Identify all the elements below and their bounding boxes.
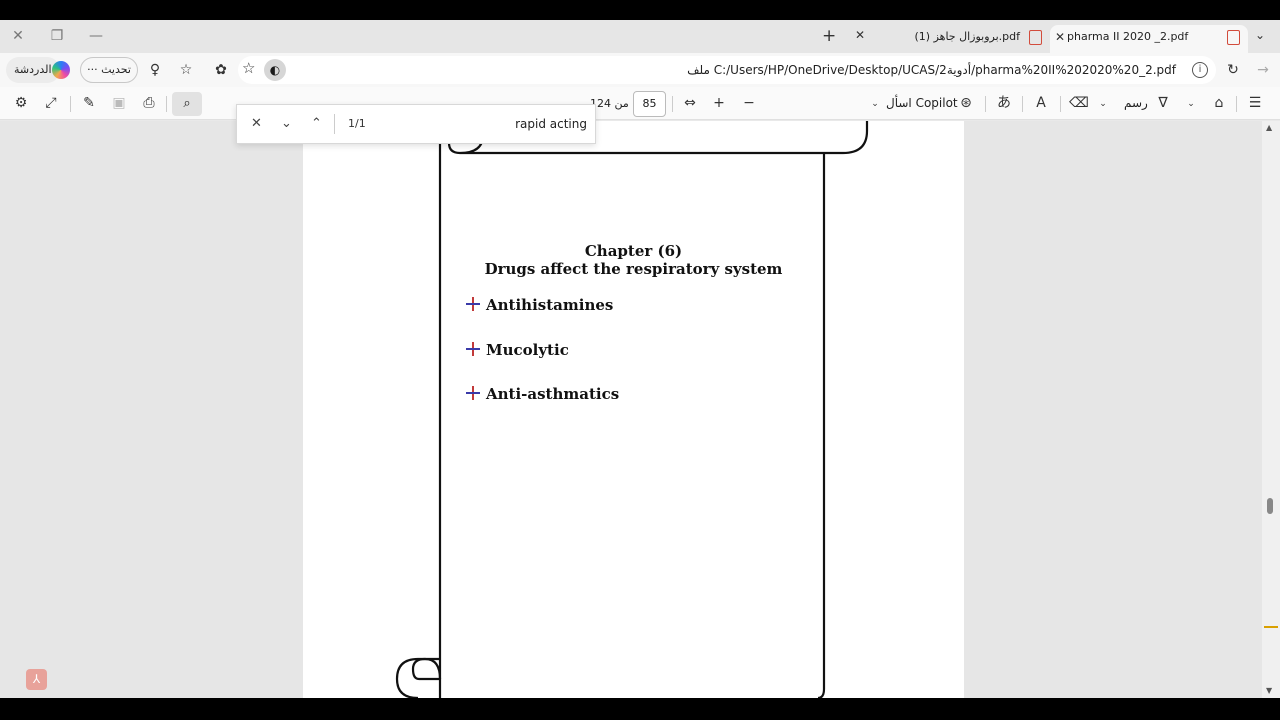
- find-bar: ✕ ⌄ ⌃ 1/1 rapid acting: [236, 104, 596, 144]
- translate-icon[interactable]: あ: [993, 92, 1015, 114]
- search-icon[interactable]: ⌕: [172, 92, 202, 116]
- close-find-icon[interactable]: ✕: [251, 105, 262, 143]
- draw-button[interactable]: رسم: [1124, 87, 1148, 120]
- favorites-icon[interactable]: ☆: [175, 59, 197, 81]
- divider: [1236, 96, 1237, 112]
- copilot-icon[interactable]: [52, 61, 70, 79]
- draw-icon[interactable]: ∇: [1152, 92, 1174, 114]
- scroll-border-graphic: [395, 121, 869, 698]
- url-text: ملف C:/Users/HP/OneDrive/Desktop/UCAS/أد…: [687, 63, 1176, 77]
- browser-window: ✕ ❐ — + ✕ بروبوزال جاهز (1).pdf ✕ pharma…: [0, 20, 1280, 698]
- edit-icon[interactable]: ✎: [78, 92, 100, 114]
- minimize-window-icon[interactable]: —: [84, 26, 108, 46]
- highlight-icon[interactable]: ⌂: [1208, 92, 1230, 114]
- divider: [1022, 96, 1023, 112]
- document-viewport[interactable]: Chapter (6) Drugs affect the respiratory…: [0, 121, 1280, 698]
- restore-window-icon[interactable]: ❐: [45, 26, 69, 46]
- tab-title: بروبوزال جاهز (1).pdf: [914, 30, 1021, 43]
- close-window-icon[interactable]: ✕: [6, 26, 30, 46]
- copilot-icon[interactable]: ⊛: [955, 92, 977, 114]
- chevron-down-icon[interactable]: ⌄: [1092, 93, 1114, 115]
- list-item-text: Antihistamines: [486, 296, 614, 314]
- tab-title: pharma II 2020 _2.pdf: [1067, 30, 1189, 43]
- update-button[interactable]: ··· تحديث: [80, 57, 138, 83]
- divider: [1060, 96, 1061, 112]
- contents-icon[interactable]: ☰: [1244, 92, 1266, 114]
- chevron-down-icon[interactable]: ⌄: [1180, 93, 1202, 115]
- pdf-file-icon: [1227, 30, 1240, 45]
- copilot-button[interactable]: اسأل Copilot: [886, 87, 958, 120]
- list-item: Antihistamines: [466, 296, 613, 314]
- pdf-file-icon: [1029, 30, 1042, 45]
- list-item: Anti-asthmatics: [466, 385, 619, 403]
- scrollbar-thumb[interactable]: [1267, 498, 1273, 514]
- bullet-icon: [466, 297, 480, 311]
- scroll-down-icon[interactable]: ▼: [1266, 686, 1272, 695]
- tab-pharma[interactable]: ✕ pharma II 2020 _2.pdf: [1050, 25, 1248, 53]
- eraser-icon[interactable]: ⌫: [1068, 92, 1090, 114]
- address-toolbar: الدردشة ··· تحديث ♀ ☆ ✿ ☆ ◐ ملف C:/Users…: [0, 53, 1280, 87]
- read-aloud-icon[interactable]: ◐: [264, 59, 286, 81]
- pdf-page: Chapter (6) Drugs affect the respiratory…: [303, 121, 964, 698]
- save-icon[interactable]: ▣: [108, 92, 130, 114]
- zoom-in-icon[interactable]: +: [708, 92, 730, 114]
- chevron-down-icon[interactable]: ⌄: [1255, 28, 1265, 42]
- refresh-icon[interactable]: ↻: [1222, 59, 1244, 81]
- back-icon[interactable]: →: [1252, 59, 1274, 81]
- fullscreen-icon[interactable]: ⤢: [40, 92, 62, 114]
- print-icon[interactable]: ⎙: [138, 92, 160, 114]
- new-tab-icon[interactable]: +: [822, 26, 836, 46]
- list-item: Mucolytic: [466, 341, 569, 359]
- pdf-toolbar: ⚙ ⤢ ✎ ▣ ⎙ ⌕ من 124 85 ⇔ + − ⌄ اسأل Copil…: [0, 87, 1280, 120]
- chevron-down-icon[interactable]: ⌄: [864, 93, 886, 115]
- info-icon[interactable]: i: [1192, 62, 1208, 78]
- previous-result-icon[interactable]: ⌃: [311, 105, 322, 143]
- divider: [985, 96, 986, 112]
- close-tab-icon[interactable]: ✕: [855, 28, 865, 42]
- tab-proposal[interactable]: بروبوزال جاهز (1).pdf: [870, 25, 1050, 53]
- settings-icon[interactable]: ⚙: [10, 92, 32, 114]
- vertical-scrollbar[interactable]: ▲ ▼: [1262, 121, 1280, 698]
- chapter-number: Chapter (6): [584, 242, 683, 260]
- list-item-text: Anti-asthmatics: [486, 385, 620, 403]
- divider: [166, 96, 167, 112]
- list-item-text: Mucolytic: [486, 341, 569, 359]
- tab-bar: ✕ ❐ — + ✕ بروبوزال جاهز (1).pdf ✕ pharma…: [0, 20, 1280, 53]
- next-result-icon[interactable]: ⌄: [281, 105, 292, 143]
- address-bar[interactable]: ☆ ◐ ملف C:/Users/HP/OneDrive/Desktop/UCA…: [238, 56, 1216, 84]
- find-result-count: 1/1: [348, 117, 366, 130]
- chat-label: الدردشة: [14, 63, 52, 76]
- bullet-icon: [466, 342, 480, 356]
- scroll-up-icon[interactable]: ▲: [1266, 123, 1272, 132]
- close-tab-icon[interactable]: ✕: [1055, 25, 1065, 49]
- chapter-title: Drugs affect the respiratory system: [484, 260, 783, 278]
- divider: [334, 114, 335, 134]
- divider: [672, 96, 673, 112]
- bullet-icon: [466, 386, 480, 400]
- find-input[interactable]: rapid acting: [515, 105, 587, 143]
- search-result-marker: [1264, 626, 1278, 628]
- fit-width-icon[interactable]: ⇔: [679, 92, 701, 114]
- update-label: تحديث: [101, 63, 131, 76]
- add-favorite-icon[interactable]: ☆: [242, 59, 255, 77]
- zoom-out-icon[interactable]: −: [738, 92, 760, 114]
- more-icon: ···: [87, 63, 98, 76]
- acrobat-icon[interactable]: ⅄: [26, 669, 47, 690]
- profile-icon[interactable]: ♀: [144, 59, 166, 81]
- divider: [70, 96, 71, 112]
- read-aloud-icon[interactable]: A: [1030, 92, 1052, 114]
- extensions-icon[interactable]: ✿: [210, 59, 232, 81]
- page-number-input[interactable]: 85: [633, 91, 666, 117]
